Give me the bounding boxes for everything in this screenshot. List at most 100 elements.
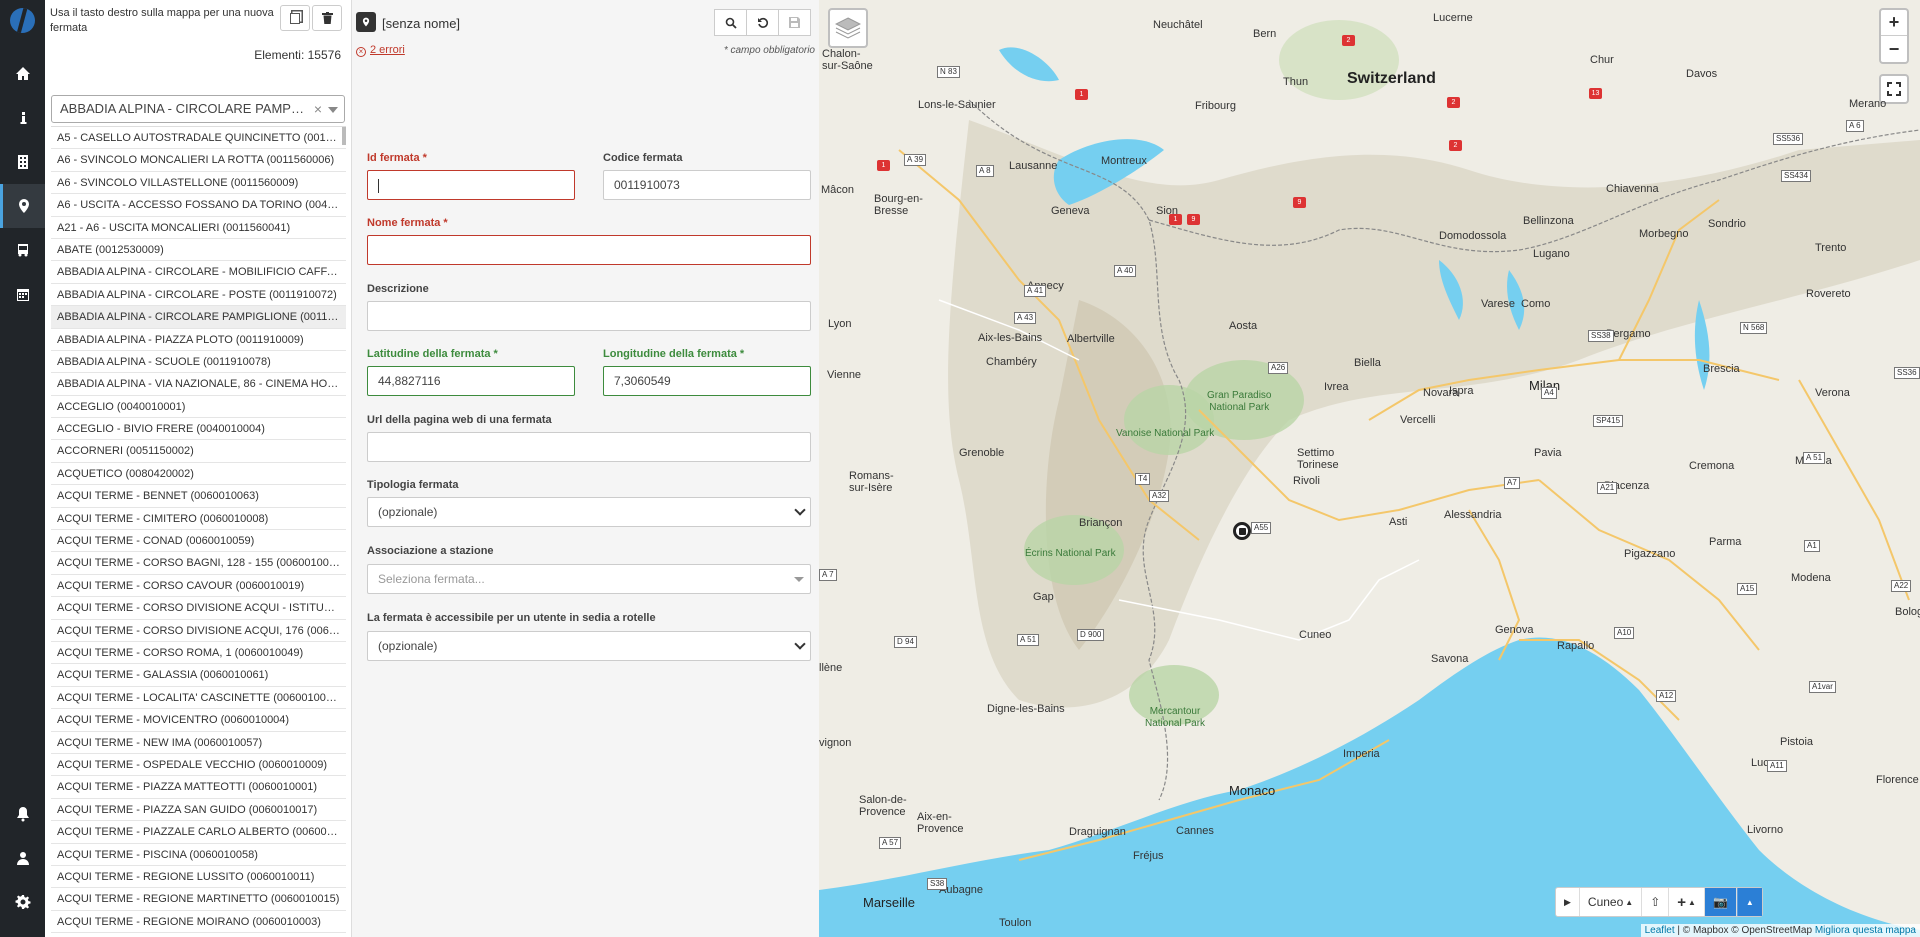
id-field[interactable] [367,170,575,200]
road-shield: A1var [1809,681,1836,693]
list-item[interactable]: ABBADIA ALPINA - CIRCOLARE PAMPIGLIONE (… [51,306,346,329]
list-item[interactable]: ACQUI TERME - CORSO ROMA, 1 (0060010049) [51,642,346,665]
list-item[interactable]: ABATE (0012530009) [51,239,346,262]
form-title: [senza nome] [382,16,461,31]
latitude-field[interactable]: 44,8827116 [367,366,575,396]
bus-stop-marker[interactable] [1233,522,1251,540]
list-item[interactable]: ACQUI TERME - REGIONE MOIRANO (006001000… [51,911,346,934]
list-item[interactable]: ACQUI TERME - CORSO CAVOUR (0060010019) [51,575,346,598]
list-item[interactable]: ACCORNERI (0051150002) [51,440,346,463]
list-item[interactable]: ACQUETICO (0080420002) [51,463,346,486]
list-item[interactable]: ACQUI TERME - CONAD (0060010059) [51,530,346,553]
list-item[interactable]: A6 - SVINCOLO VILLASTELLONE (0011560009) [51,172,346,195]
bell-icon[interactable] [0,792,45,836]
list-item[interactable]: ABBADIA ALPINA - PIAZZA PLOTO (001191000… [51,329,346,351]
chevron-down-icon[interactable] [328,107,338,113]
road-shield: N 83 [937,66,960,78]
list-item[interactable]: ABBADIA ALPINA - CIRCOLARE - POSTE (0011… [51,284,346,307]
user-icon[interactable] [0,836,45,880]
map-label-mercantour-np: Mercantour National Park [1145,706,1206,729]
list-item[interactable]: ACQUI TERME - CIMITERO (0060010008) [51,508,346,531]
chevron-down-icon [794,638,806,650]
map-label-marseille: Marseille [863,895,916,910]
leaflet-link[interactable]: Leaflet [1645,925,1675,936]
list-item[interactable]: ABBADIA ALPINA - SCUOLE (0011910078) [51,351,346,374]
list-item[interactable]: ACQUI TERME - REGIONE LUSSITO (006001001… [51,866,346,889]
map-label-biella: Biella [1354,357,1381,369]
list-item[interactable]: ACQUI TERME - MOVICENTRO (0060010004) [51,709,346,732]
map-marker-icon[interactable] [0,184,45,228]
delete-button[interactable] [312,5,342,31]
building-icon[interactable] [0,140,45,184]
list-item[interactable]: ACQUI TERME - CORSO DIVISIONE ACQUI - IS… [51,597,346,620]
type-label: Tipologia fermata [367,479,459,491]
layer-dropdown[interactable]: Cuneo ▲ [1580,888,1643,916]
zoom-out-button[interactable]: − [1881,36,1907,62]
bus-icon[interactable] [0,228,45,272]
gear-icon[interactable] [0,880,45,924]
list-item[interactable]: ACQUI TERME - PISCINA (0060010058) [51,844,346,866]
list-item[interactable]: A5 - CASELLO AUTOSTRADALE QUINCINETTO (0… [51,127,346,150]
map-label-como: Como [1521,298,1551,310]
errors-link[interactable]: × 2 errori [356,44,405,57]
camera-button[interactable]: 📷 [1704,888,1737,916]
list-item[interactable]: ACQUI TERME - PIAZZA SAN GUIDO (00600100… [51,799,346,822]
layer-label: Cuneo [1587,895,1624,909]
list-item[interactable]: A21 - A6 - USCITA MONCALIERI (0011560041… [51,217,346,239]
list-item[interactable]: ACQUI TERME - PIAZZALE CARLO ALBERTO (00… [51,821,346,844]
clear-icon[interactable]: × [314,96,322,122]
list-item[interactable]: ACQUI TERME - CORSO BAGNI, 128 - 155 (00… [51,552,346,575]
list-item[interactable]: ABBADIA ALPINA - VIA NAZIONALE, 86 - CIN… [51,373,346,396]
improve-map-link[interactable]: Migliora questa mappa [1815,925,1916,936]
list-item[interactable]: ACQUI TERME - GALASSIA (0060010061) [51,664,346,687]
map-label-vanoise-np: Vanoise National Park [1116,428,1215,439]
road-shield: S38 [927,878,948,890]
list-item[interactable]: A6 - SVINCOLO MONCALIERI LA ROTTA (00115… [51,149,346,172]
type-select[interactable]: (opzionale) [367,497,811,527]
list-item[interactable]: ACQUI TERME - NEW IMA (0060010057) [51,732,346,754]
reset-button[interactable] [746,9,779,36]
list-item[interactable]: ABBADIA ALPINA - CIRCOLARE - MOBILIFICIO… [51,261,346,284]
map-label-rapallo: Rapallo [1557,640,1595,652]
list-item[interactable]: ACQUI TERME - PIAZZA MATTEOTTI (00600100… [51,776,346,799]
list-item[interactable]: ACQUI TERME - LOCALITA' CASCINETTE (0060… [51,687,346,710]
code-field[interactable]: 0011910073 [603,170,811,200]
list-item[interactable]: ACQUI TERME - REGIONE MARTINETTO (006001… [51,888,346,911]
home-icon[interactable] [0,52,45,96]
app-logo[interactable] [10,8,35,33]
list-item[interactable]: ACQUI TERME - BENNET (0060010063) [51,485,346,508]
add-dropdown[interactable]: + ▲ [1669,888,1705,916]
calendar-icon[interactable] [0,272,45,316]
play-button[interactable]: ▶ [1556,888,1580,916]
road-shield: D 94 [894,636,917,648]
longitude-field[interactable]: 7,3060549 [603,366,811,396]
map-view[interactable]: + − Switzerland Milan Monaco Marseille Cuneo… [819,0,1920,937]
camera-dropdown[interactable]: ▲ [1736,888,1762,916]
list-item[interactable]: A6 - USCITA - ACCESSO FOSSANO DA TORINO … [51,194,346,217]
station-select[interactable]: Seleziona fermata... [367,564,811,594]
errors-label[interactable]: 2 errori [370,44,405,56]
copy-button[interactable] [280,5,310,31]
stop-select-combo[interactable]: ABBADIA ALPINA - CIRCOLARE PAMPIGLIONE (… [51,95,345,123]
map-label-chalon: Chalon- sur-Saône [822,48,873,72]
list-item[interactable]: ACCEGLIO - BIVIO FRERE (0040010004) [51,418,346,441]
info-icon[interactable] [0,96,45,140]
list-scrollbar[interactable] [342,127,346,145]
name-field[interactable] [367,235,811,265]
save-button[interactable] [778,9,811,36]
zoom-in-button[interactable]: + [1881,10,1907,36]
map-label-rivoli: Rivoli [1293,475,1320,487]
list-item[interactable]: ACCEGLIO (0040010001) [51,396,346,419]
description-field[interactable] [367,301,811,331]
list-item[interactable]: ACQUI TERME - OSPEDALE VECCHIO (00600100… [51,754,346,777]
road-shield: A 57 [879,837,902,849]
upload-button[interactable]: ⇧ [1642,888,1670,916]
longitude-label: Longitudine della fermata * [603,348,745,360]
search-button[interactable] [714,9,747,36]
wheelchair-select[interactable]: (opzionale) [367,631,811,661]
layers-button[interactable] [828,8,868,48]
list-item[interactable]: ACQUI TERME - CORSO DIVISIONE ACQUI, 176… [51,620,346,642]
map-label-aix: Aix-en- Provence [917,811,964,835]
chevron-down-icon [794,504,806,516]
url-field[interactable] [367,432,811,462]
